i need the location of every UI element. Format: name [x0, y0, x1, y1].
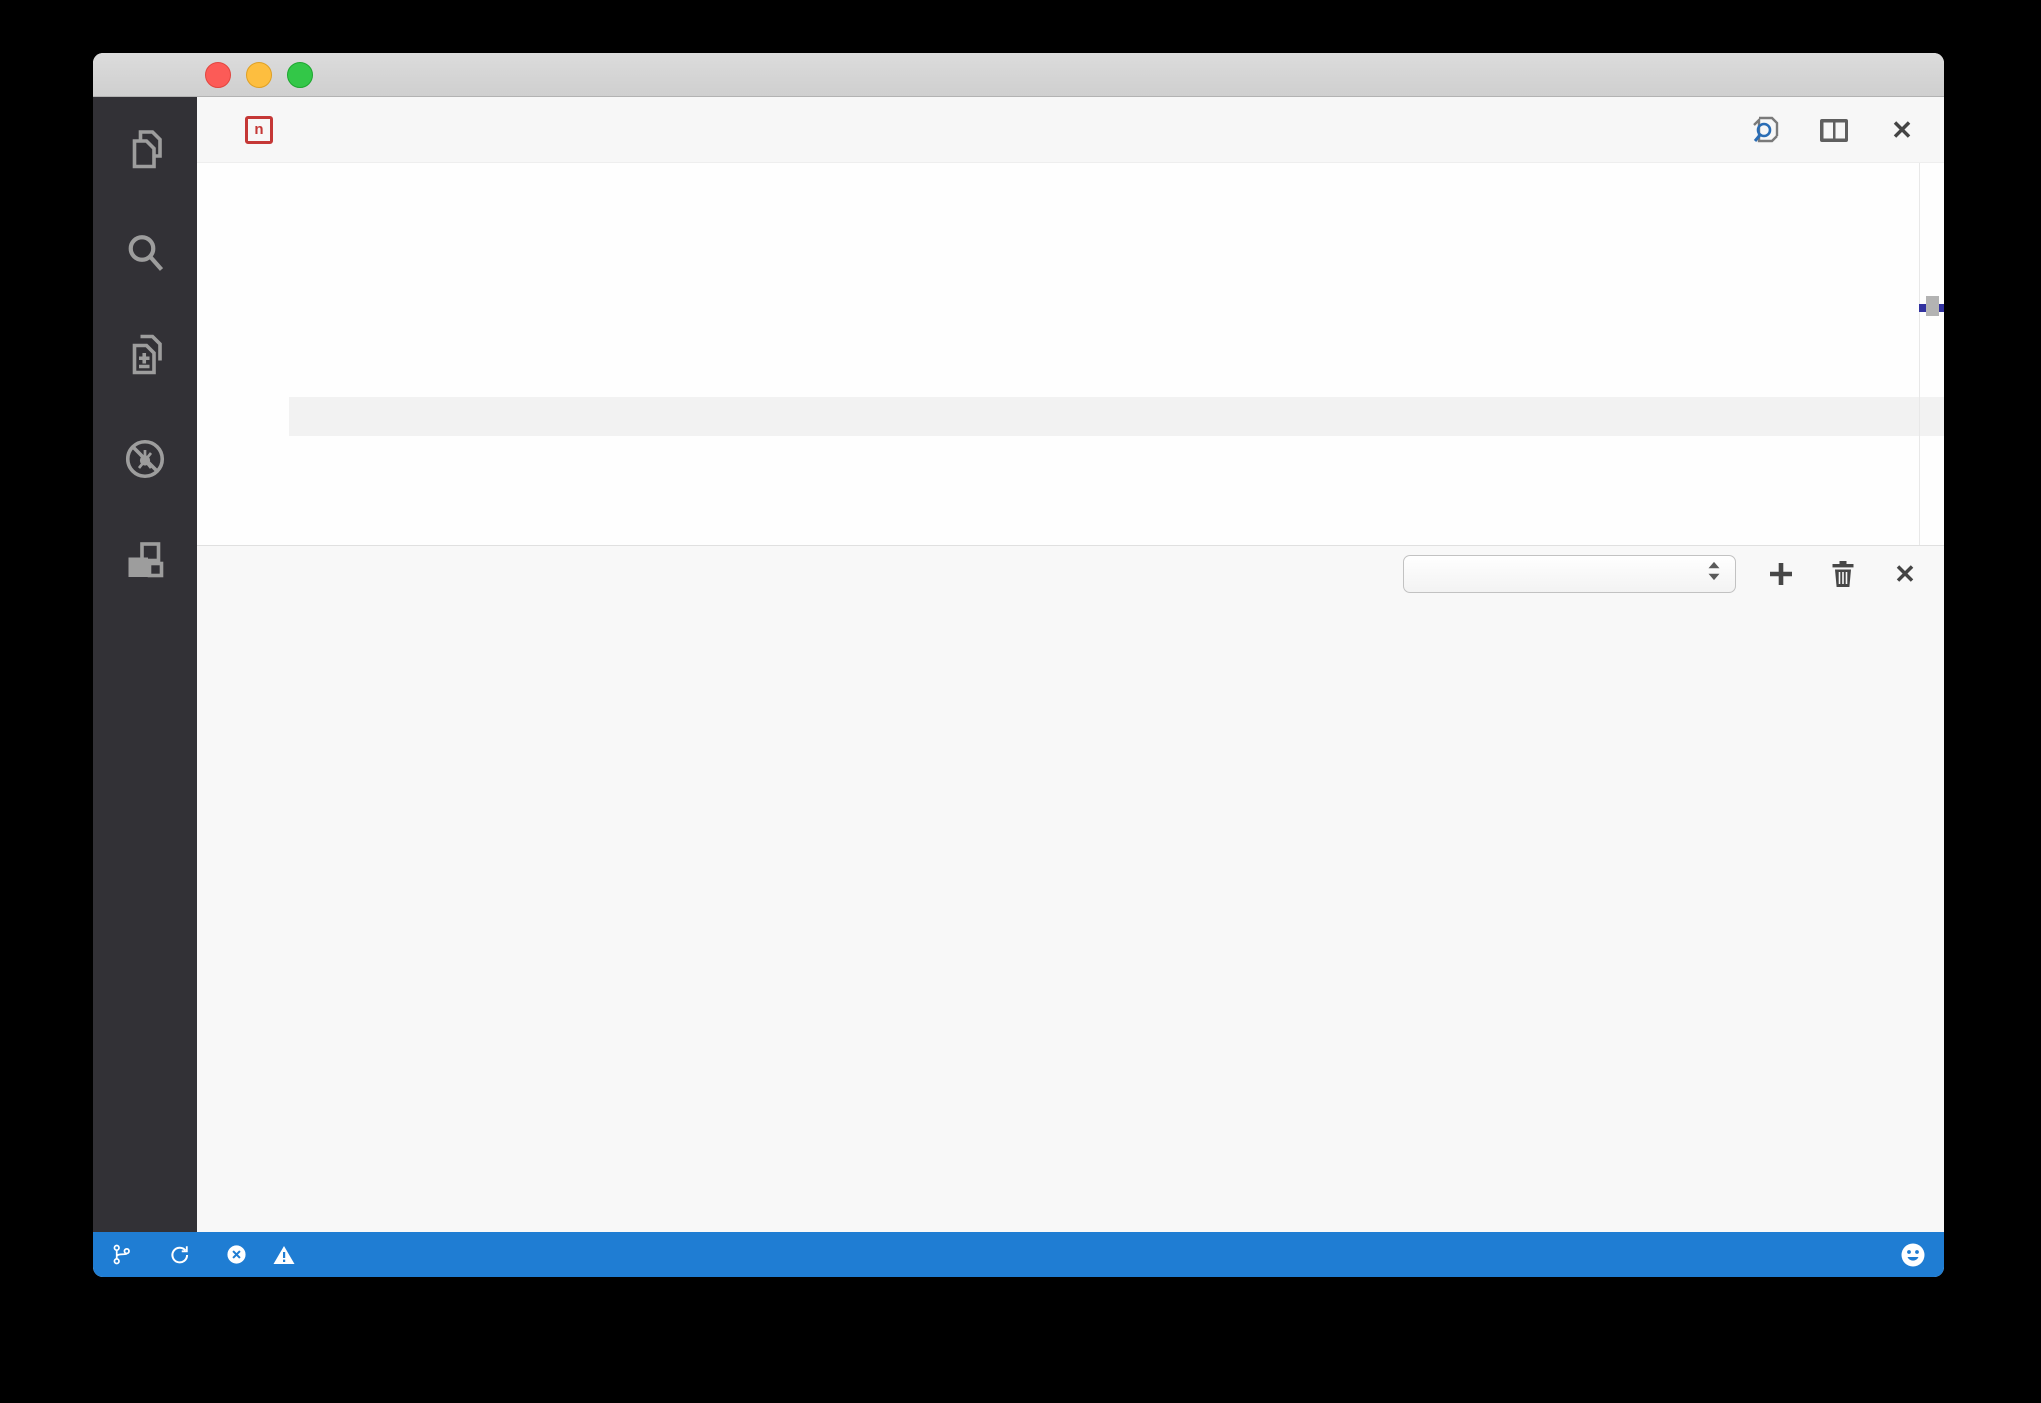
sidebar-item-explorer[interactable]: [121, 123, 169, 181]
zoom-window-button[interactable]: [287, 62, 313, 88]
title-bar[interactable]: [93, 53, 1944, 97]
sync-icon: [168, 1244, 190, 1266]
diff-file-icon: [121, 332, 169, 385]
git-branch-icon: [111, 1243, 132, 1266]
new-terminal-icon[interactable]: [1764, 557, 1798, 591]
split-editor-icon[interactable]: [1818, 114, 1850, 146]
sidebar-item-extensions[interactable]: [121, 535, 169, 593]
terminal[interactable]: [197, 601, 1944, 1232]
debug-disabled-icon: [121, 435, 169, 488]
scrollbar-gutter-line: [1919, 163, 1920, 545]
files-icon: [121, 126, 169, 179]
editor-scrollbar-thumb[interactable]: [1926, 296, 1939, 316]
editor-actions: ✕: [1750, 97, 1918, 162]
activity-bar: [93, 97, 197, 1232]
problems-indicator[interactable]: [226, 1244, 303, 1265]
tab-package-json[interactable]: n: [197, 115, 301, 144]
npm-file-icon: n: [245, 115, 273, 144]
current-line-highlight: [289, 397, 1944, 436]
close-editor-icon[interactable]: ✕: [1886, 114, 1918, 146]
main-area: n ✕ ✕: [93, 97, 1944, 1232]
smiley-icon: [1900, 1242, 1926, 1268]
sidebar-item-search[interactable]: [121, 226, 169, 284]
bottom-panel: ✕: [197, 545, 1944, 1232]
extensions-icon: [121, 538, 169, 591]
panel-controls: ✕: [1403, 546, 1922, 601]
code-editor[interactable]: [197, 163, 1944, 545]
status-bar: [93, 1232, 1944, 1277]
terminal-select[interactable]: [1403, 554, 1736, 593]
search-icon: [121, 229, 169, 282]
tab-strip: n ✕: [197, 97, 1944, 163]
close-window-button[interactable]: [205, 62, 231, 88]
editor-column: n ✕ ✕: [197, 97, 1944, 1232]
vscode-window: n ✕ ✕: [93, 53, 1944, 1277]
panel-tabs: [245, 570, 509, 578]
minimize-window-button[interactable]: [246, 62, 272, 88]
git-sync-indicator[interactable]: [168, 1244, 198, 1266]
kill-terminal-icon[interactable]: [1826, 557, 1860, 591]
error-icon: [226, 1244, 247, 1265]
feedback-smiley[interactable]: [1900, 1242, 1926, 1268]
panel-header: ✕: [197, 546, 1944, 601]
sidebar-item-source-control[interactable]: [121, 329, 169, 387]
git-branch-indicator[interactable]: [111, 1243, 140, 1266]
status-bar-right: [1696, 1242, 1926, 1268]
sidebar-item-debug[interactable]: [121, 432, 169, 490]
find-in-file-icon[interactable]: [1750, 114, 1782, 146]
select-spinner-icon: [1703, 559, 1725, 589]
close-panel-icon[interactable]: ✕: [1888, 557, 1922, 591]
warning-icon: [273, 1245, 295, 1265]
traffic-lights: [205, 62, 313, 88]
